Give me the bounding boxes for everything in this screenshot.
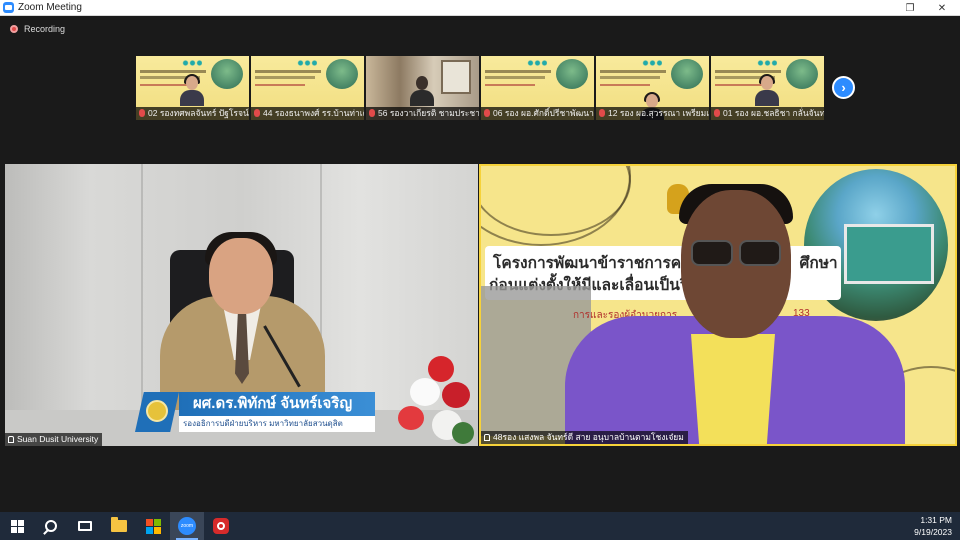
building-photo	[801, 166, 951, 324]
windows-logo-icon	[10, 519, 24, 533]
muted-mic-icon	[599, 109, 605, 117]
speaker-name: ผศ.ดร.พิทักษ์ จันทร์เจริญ	[179, 392, 375, 416]
zoom-app-icon: zoom	[178, 517, 196, 535]
pin-icon	[484, 434, 490, 441]
task-view-button[interactable]	[68, 512, 102, 540]
participant-name: 01 รอง ผอ.ชลธิชา กลั่นจันทร์	[711, 107, 824, 120]
zoom-taskbar-button[interactable]: zoom	[170, 512, 204, 540]
participant-video	[410, 76, 434, 106]
muted-mic-icon	[254, 109, 260, 117]
recorder-taskbar-button[interactable]	[204, 512, 238, 540]
participant-thumbnail[interactable]: 01 รอง ผอ.ชลธิชา กลั่นจันทร์	[711, 56, 824, 120]
recording-label: Recording	[24, 24, 66, 34]
speaker-name-banner: ผศ.ดร.พิทักษ์ จันทร์เจริญ รองอธิการบดีฝ่…	[135, 392, 375, 438]
participant-thumbnail[interactable]: 44 รองธนาพงศ์ รร.บ้านท่าเดื่อ	[251, 56, 364, 120]
video-tile-speaker-left[interactable]: ผศ.ดร.พิทักษ์ จันทร์เจริญ รองอธิการบดีฝ่…	[5, 164, 478, 446]
clock-time: 1:31 PM	[920, 515, 952, 525]
participant-name: 06 รอง ผอ.ศักดิ์ปรีชาพัฒนาการ	[481, 107, 594, 120]
screen-recorder-icon	[213, 518, 229, 534]
participant-thumbnail[interactable]: 06 รอง ผอ.ศักดิ์ปรีชาพัฒนาการ	[481, 56, 594, 120]
participant-video	[755, 74, 779, 106]
system-clock[interactable]: 1:31 PM 9/19/2023	[914, 514, 952, 538]
store-button[interactable]	[136, 512, 170, 540]
start-button[interactable]	[0, 512, 34, 540]
chevron-right-icon: ›	[841, 80, 846, 95]
participant-name: 56 รองวาเกียรติ ชามประชา	[366, 107, 479, 120]
title-bar: Zoom Meeting ❐ ✕	[0, 0, 960, 16]
file-explorer-button[interactable]	[102, 512, 136, 540]
pin-icon	[8, 436, 14, 443]
close-button[interactable]: ✕	[928, 0, 956, 16]
muted-mic-icon	[484, 109, 490, 117]
windows-taskbar: zoom 1:31 PM 9/19/2023	[0, 512, 960, 540]
participant-thumbnail[interactable]: 56 รองวาเกียรติ ชามประชา	[366, 56, 479, 120]
participant-video	[180, 74, 204, 106]
muted-mic-icon	[714, 109, 720, 117]
participant-name: 44 รองธนาพงศ์ รร.บ้านท่าเดื่อ	[251, 107, 364, 120]
store-icon	[145, 518, 161, 534]
search-icon	[45, 520, 57, 532]
participant-name: 02 รองทศพลจันทร์ ปัฐโรจน์	[136, 107, 249, 120]
task-view-icon	[78, 521, 92, 531]
university-logo-icon	[135, 392, 179, 432]
muted-mic-icon	[139, 109, 145, 117]
flower-arrangement	[388, 336, 478, 446]
video-tile-active-speaker[interactable]: โครงการพัฒนาข้าราชการครูศึกษา ก่อนแต่งตั…	[479, 164, 957, 446]
participant-thumbnail[interactable]: 12 รอง ผอ.สุวรรณา เพรียมเจิมดี	[596, 56, 709, 120]
participant-name-label: 48รอง แสงพล จันทร์ดี สาย อนุบาลบ้านตามโช…	[481, 431, 688, 444]
speaker-role: รองอธิการบดีฝ่ายบริหาร มหาวิทยาลัยสวนดุส…	[179, 416, 375, 432]
muted-mic-icon	[369, 109, 375, 117]
recording-dot-icon	[10, 25, 18, 33]
window-title: Zoom Meeting	[18, 2, 82, 13]
restore-button[interactable]: ❐	[896, 0, 924, 16]
meeting-area: Recording 02 รองทศพลจันทร์ ปัฐโรจน์ 44 ร…	[0, 16, 960, 512]
zoom-logo-icon	[3, 2, 14, 13]
participant-name: 12 รอง ผอ.สุวรรณา เพรียมเจิมดี	[596, 107, 709, 120]
restore-icon: ❐	[905, 2, 915, 14]
participant-strip: 02 รองทศพลจันทร์ ปัฐโรจน์ 44 รองธนาพงศ์ …	[136, 56, 824, 120]
participant-name-label: Suan Dusit University	[5, 433, 103, 446]
close-icon: ✕	[937, 2, 947, 14]
glasses	[691, 240, 733, 266]
recording-indicator[interactable]: Recording	[10, 24, 65, 34]
next-participants-button[interactable]: ›	[832, 76, 855, 99]
participant-thumbnail[interactable]: 02 รองทศพลจันทร์ ปัฐโรจน์	[136, 56, 249, 120]
search-button[interactable]	[34, 512, 68, 540]
speaker-head	[209, 238, 273, 314]
clock-date: 9/19/2023	[914, 527, 952, 537]
folder-icon	[111, 517, 127, 532]
